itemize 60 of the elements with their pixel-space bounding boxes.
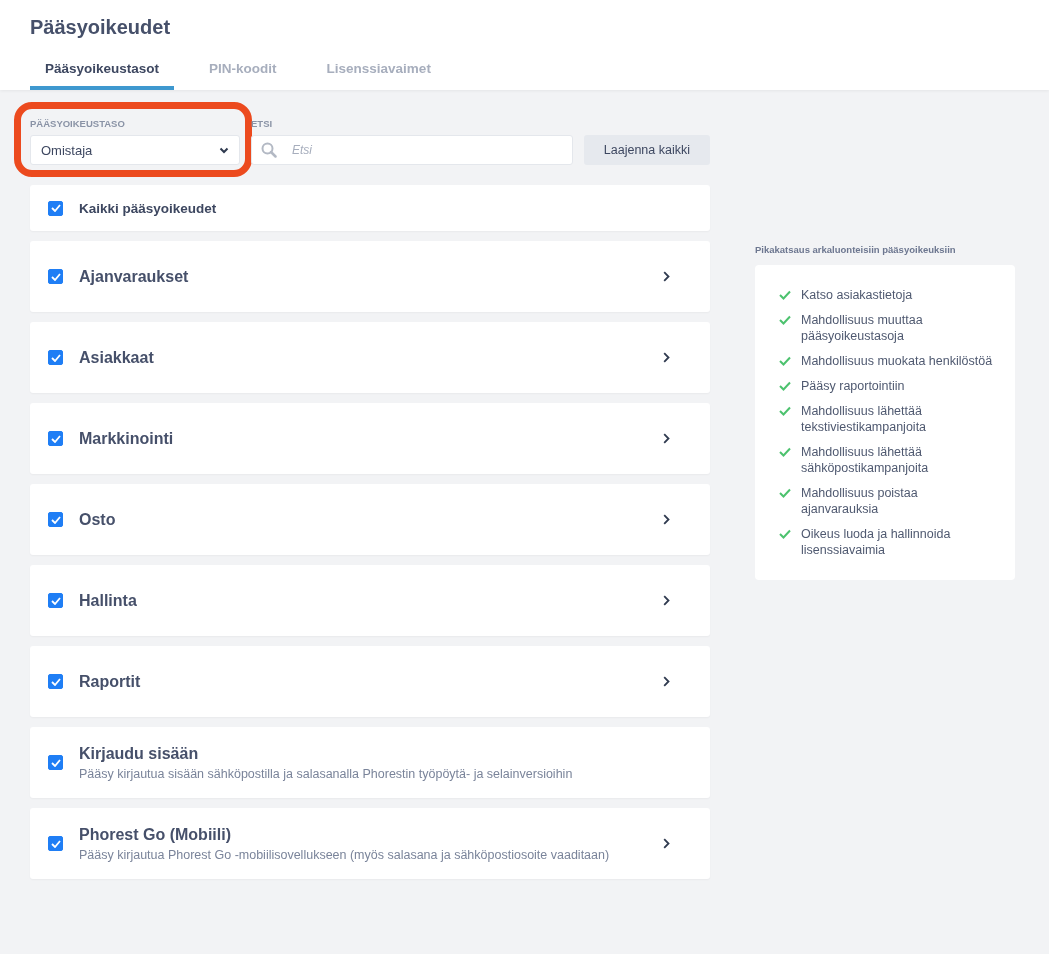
check-icon: [779, 447, 791, 457]
overview-item: Mahdollisuus lähettää sähköpostikampanjoita: [801, 444, 930, 476]
overview-item: Mahdollisuus lähettää tekstiviestikampanjoita: [801, 403, 928, 435]
permission-row[interactable]: Kirjaudu sisään Pääsy kirjautua sisään sähköpostilla ja salasanalla Phorestin työpöytä- ja selainversioihin: [30, 727, 710, 798]
checkbox[interactable]: [48, 593, 63, 608]
checkbox[interactable]: [48, 200, 63, 216]
permission-row[interactable]: Ajanvaraukset: [30, 241, 710, 312]
permission-name: Hallinta: [79, 591, 138, 610]
overview-title: Pikakatsaus arkaluonteisiin pääsyoikeuksiin: [755, 244, 957, 255]
checkbox[interactable]: [48, 431, 63, 446]
permission-description: Pääsy kirjautua sisään sähköpostilla ja salasanalla Phorestin työpöytä- ja selainversioihin: [79, 766, 574, 781]
checkbox[interactable]: [48, 269, 63, 284]
permission-name: Phorest Go (Mobiili): [79, 825, 232, 844]
expand-all-button[interactable]: Laajenna kaikki: [583, 135, 710, 165]
checkbox[interactable]: [48, 512, 63, 527]
permission-name: Markkinointi: [79, 429, 175, 448]
overview-item: Katso asiakastietoja: [801, 287, 913, 303]
check-icon: [779, 381, 791, 391]
search-icon: [261, 142, 277, 158]
chevron-right-icon[interactable]: [663, 271, 670, 282]
check-icon: [779, 406, 791, 416]
overview-item: Pääsy raportointiin: [801, 378, 905, 394]
checkbox-label: Kaikki pääsyoikeudet: [79, 200, 217, 216]
permission-name: Osto: [79, 510, 117, 529]
permission-name: Raportit: [79, 672, 142, 691]
permission-row[interactable]: Phorest Go (Mobiili) Pääsy kirjautua Phorest Go -mobiilisovellukseen (myös salasana ja sähköpostiosoite vaaditaan): [30, 808, 710, 879]
permission-name: Asiakkaat: [79, 348, 155, 367]
overview-item: Mahdollisuus muokata henkilöstöä: [801, 353, 993, 369]
overview-item: Mahdollisuus muuttaa pääsyoikeustasoja: [801, 312, 924, 344]
permission-row[interactable]: Hallinta: [30, 565, 710, 636]
permission-row[interactable]: Markkinointi: [30, 403, 710, 474]
chevron-right-icon[interactable]: [663, 595, 670, 606]
overview-item: Oikeus luoda ja hallinnoida lisenssiavaimia: [801, 526, 952, 558]
tab[interactable]: Pääsyoikeustasot: [30, 57, 175, 90]
checkbox[interactable]: [48, 674, 63, 689]
page-title: Pääsyoikeudet: [30, 16, 172, 39]
chevron-right-icon[interactable]: [663, 676, 670, 687]
chevron-right-icon[interactable]: [663, 433, 670, 444]
permission-row[interactable]: Osto: [30, 484, 710, 555]
field-label: PÄÄSYOIKEUSTASO: [30, 118, 126, 129]
checkbox[interactable]: [48, 350, 63, 365]
check-icon: [779, 529, 791, 539]
check-icon: [779, 315, 791, 325]
permission-description: Pääsy kirjautua Phorest Go -mobiilisovellukseen (myös salasana ja sähköpostiosoite vaaditaan): [79, 847, 611, 862]
chevron-down-icon: [219, 146, 229, 154]
chevron-right-icon[interactable]: [663, 838, 670, 849]
check-icon: [779, 356, 791, 366]
overview-item: Mahdollisuus poistaa ajanvarauksia: [801, 485, 919, 517]
checkbox[interactable]: [48, 755, 63, 770]
permission-name: Ajanvaraukset: [79, 267, 190, 286]
search-field[interactable]: Etsi: [251, 135, 573, 165]
check-icon: [779, 290, 791, 300]
check-icon: [779, 488, 791, 498]
permission-row[interactable]: Raportit: [30, 646, 710, 717]
checkbox[interactable]: [48, 836, 63, 851]
permission-name: Kirjaudu sisään: [79, 744, 200, 763]
chevron-right-icon[interactable]: [663, 352, 670, 363]
permission-row[interactable]: Asiakkaat: [30, 322, 710, 393]
level-dropdown[interactable]: Omistaja: [30, 135, 240, 165]
chevron-right-icon[interactable]: [663, 514, 670, 525]
